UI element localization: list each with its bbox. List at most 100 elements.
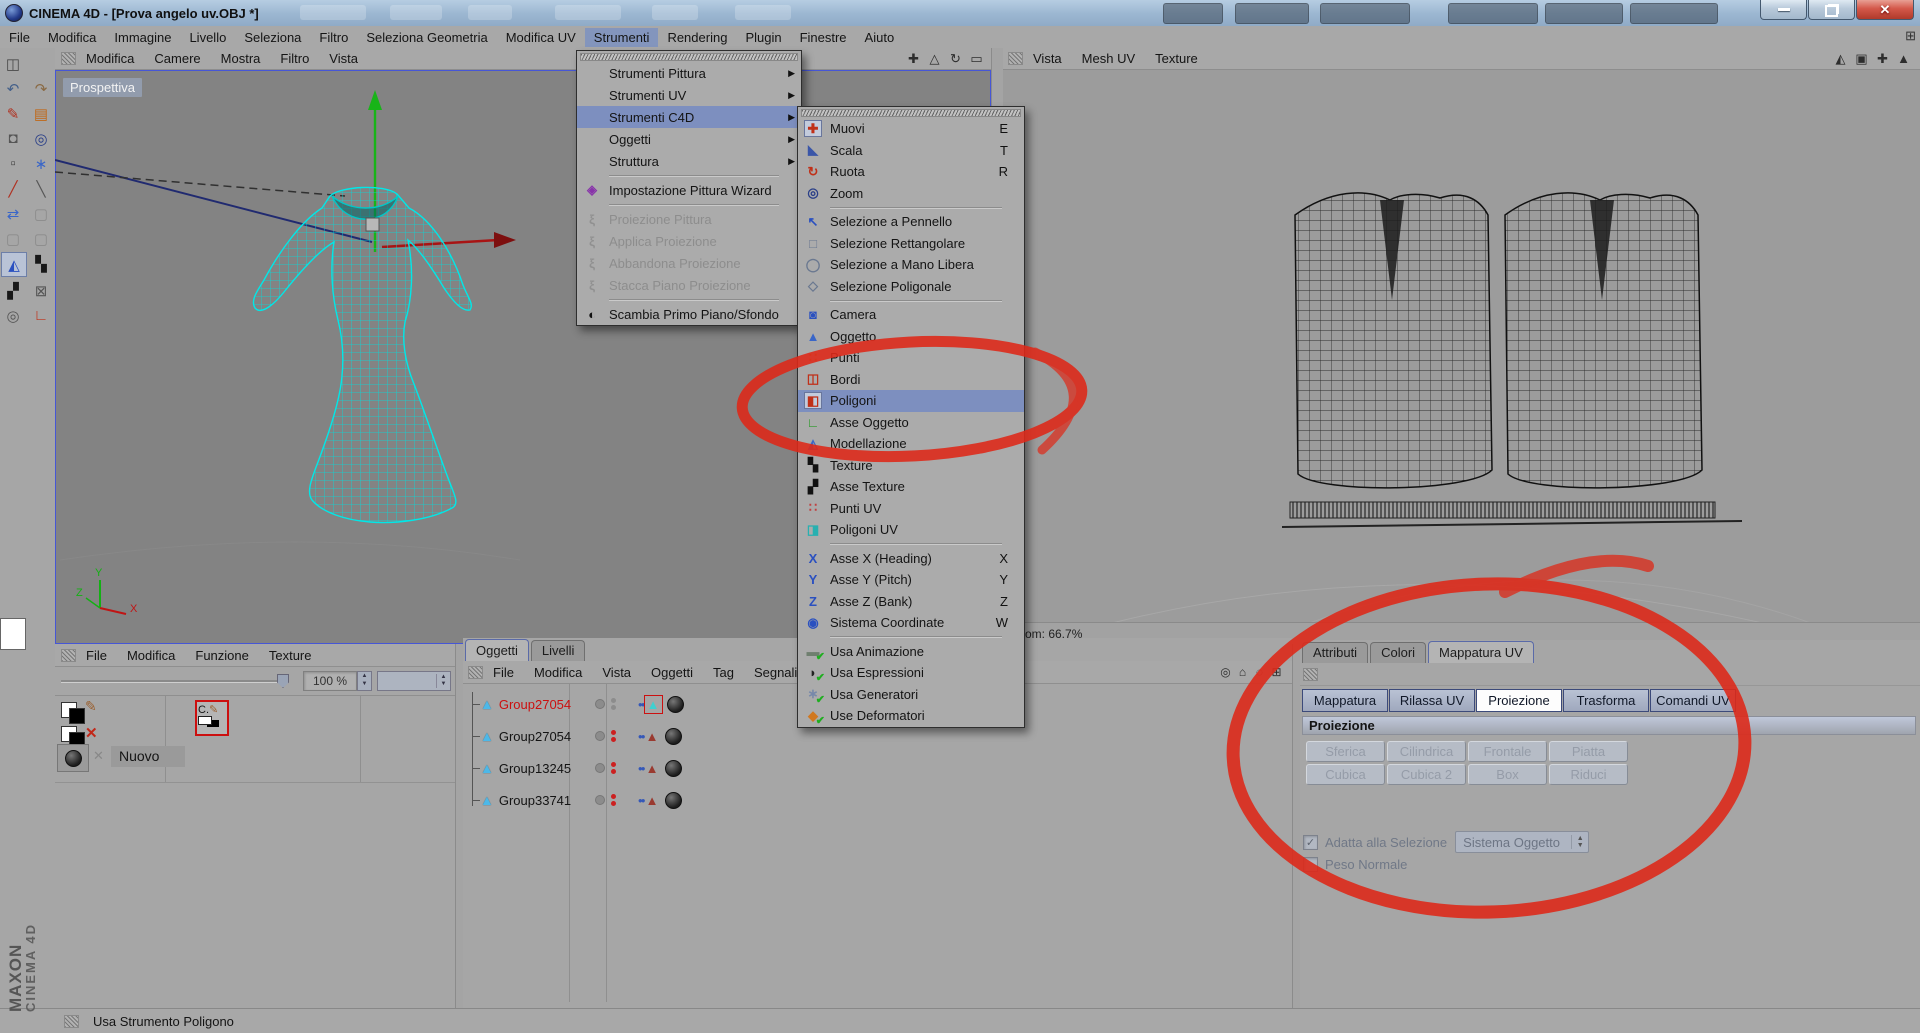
normal-weight-checkbox[interactable] (1303, 856, 1318, 872)
tab-colori[interactable]: Colori (1370, 642, 1427, 663)
paint-brush-icon[interactable]: ╱ (1, 177, 25, 200)
projection-button-box[interactable]: Box (1468, 764, 1547, 785)
menu-aiuto[interactable]: Aiuto (856, 28, 904, 47)
redo-arrow-icon[interactable]: ↷ (29, 77, 53, 100)
drag-handle-icon[interactable] (64, 1014, 79, 1028)
menu-item-sistema-coordinate[interactable]: ◉ Sistema Coordinate W (798, 612, 1024, 634)
tear-off-strip[interactable] (801, 109, 1021, 117)
axis-tool-icon[interactable]: ∟ (29, 304, 53, 327)
menu-item-struttura[interactable]: Struttura ▶ (577, 150, 801, 172)
render-visibility-dots[interactable] (610, 792, 616, 808)
editor-visibility-dot[interactable] (594, 795, 605, 805)
opacity-value-field[interactable]: 100 % (303, 671, 357, 691)
scale-icon[interactable]: △ (924, 51, 945, 67)
drag-handle-icon[interactable] (61, 52, 76, 65)
move-icon[interactable]: ✚ (903, 51, 924, 67)
material-tag-icon[interactable] (664, 727, 682, 745)
menu-item-camera[interactable]: ◙ Camera (798, 304, 1024, 326)
menu-item-abbandona-proiezione[interactable]: ξ Abbandona Proiezione (577, 252, 801, 274)
menu-item-punti[interactable]: ∷ Punti (798, 347, 1024, 369)
zoom-page-icon[interactable]: ◎ (1, 304, 25, 327)
menu-item-usa-generatori[interactable]: ∗ ✔ Usa Generatori (798, 684, 1024, 706)
checker-uv-icon[interactable]: ▞ (1, 279, 25, 302)
floating-color-swatch[interactable] (0, 618, 26, 650)
menu-item-selezione-poligonale[interactable]: ◇ Selezione Poligonale (798, 276, 1024, 298)
objects-menu-oggetti[interactable]: Oggetti (641, 664, 703, 681)
phong-tag-icon[interactable]: ▲ (644, 728, 661, 745)
tab-oggetti[interactable]: Oggetti (465, 639, 529, 661)
swap-arrows-icon[interactable]: ⇄ (1, 202, 25, 225)
opacity-stepper[interactable]: ▲ ▼ (357, 671, 372, 691)
menu-item-asse-texture[interactable]: ▞ Asse Texture (798, 476, 1024, 498)
editor-visibility-dot[interactable] (594, 731, 605, 741)
tear-off-strip[interactable] (580, 53, 798, 61)
background-color-swatch[interactable] (69, 708, 85, 724)
materials-menu-funzione[interactable]: Funzione (185, 647, 258, 664)
phong-tag-icon[interactable]: ▲ (644, 792, 661, 809)
objects-menu-tag[interactable]: Tag (703, 664, 744, 681)
triangle-tool-icon[interactable]: ◭ (1, 252, 27, 277)
projection-button-riduci[interactable]: Riduci (1549, 764, 1628, 785)
coordinate-system-dropdown[interactable]: Sistema Oggetto ▲ ▼ (1455, 831, 1590, 853)
materials-menu-file[interactable]: File (76, 647, 117, 664)
menu-item-selezione-rettangolare[interactable]: □ Selezione Rettangolare (798, 233, 1024, 255)
subtab-proiezione[interactable]: Proiezione (1476, 689, 1562, 712)
subtab-comandi-uv[interactable]: Comandi UV (1650, 689, 1736, 712)
close-button[interactable]: ✕ (1856, 0, 1914, 20)
texture-menu-vista[interactable]: Vista (1023, 50, 1072, 67)
visibility-icon[interactable]: ◌ (1252, 665, 1267, 679)
menu-item-scala[interactable]: ◣ Scala T (798, 140, 1024, 162)
projection-button-frontale[interactable]: Frontale (1468, 741, 1547, 762)
zoom-icon[interactable]: ◎ (1218, 665, 1233, 679)
subtab-mappatura[interactable]: Mappatura (1302, 689, 1388, 712)
menu-item-selezione-a-pennello[interactable]: ↖ Selezione a Pennello (798, 211, 1024, 233)
menu-rendering[interactable]: Rendering (658, 28, 736, 47)
menu-immagine[interactable]: Immagine (105, 28, 180, 47)
menu-strumenti[interactable]: Strumenti (584, 27, 659, 47)
menu-item-proiezione-pittura[interactable]: ξ Proiezione Pittura (577, 208, 801, 230)
gray-slot-icon[interactable]: ▢ (29, 202, 53, 225)
material-thumbnail[interactable] (57, 744, 89, 772)
menu-item-muovi[interactable]: ✚ Muovi E (798, 118, 1024, 140)
menu-plugin[interactable]: Plugin (736, 28, 790, 47)
menu-item-asse-y-pitch[interactable]: Y Asse Y (Pitch) Y (798, 569, 1024, 591)
menu-item-asse-x-heading[interactable]: X Asse X (Heading) X (798, 548, 1024, 570)
menu-filtro[interactable]: Filtro (310, 28, 357, 47)
snapshot-icon[interactable]: ◭ (1830, 51, 1851, 67)
menu-item-ruota[interactable]: ↻ Ruota R (798, 161, 1024, 183)
menu-item-usa-animazione[interactable]: ▬ ✔ Usa Animazione (798, 641, 1024, 663)
move-icon[interactable]: ✚ (1872, 51, 1893, 67)
render-visibility-dots[interactable] (610, 760, 616, 776)
menu-item-usa-espressioni[interactable]: ◗ ✔ Usa Espressioni (798, 662, 1024, 684)
editor-visibility-dot[interactable] (594, 763, 605, 773)
materials-menu-texture[interactable]: Texture (259, 647, 322, 664)
material-tag-icon[interactable] (664, 759, 682, 777)
lock-icon[interactable]: ▣ (1851, 51, 1872, 67)
texture-menu-mesh-uv[interactable]: Mesh UV (1072, 50, 1145, 67)
restore-button[interactable] (1808, 0, 1855, 20)
object-name[interactable]: Group33741 (499, 793, 571, 808)
undo-arrow-icon[interactable]: ↶ (1, 77, 25, 100)
menu-item-stacca-piano-proiezione[interactable]: ξ Stacca Piano Proiezione (577, 274, 801, 296)
phong-tag-icon[interactable]: ▲ (643, 694, 663, 714)
material-name-chip[interactable]: Nuovo (111, 746, 186, 767)
tab-attributi[interactable]: Attributi (1302, 642, 1369, 663)
workspace-icon[interactable]: ◫ (1, 52, 25, 75)
projection-button-piatta[interactable]: Piatta (1549, 741, 1628, 762)
menu-item-selezione-a-mano-libera[interactable]: ◯ Selezione a Mano Libera (798, 254, 1024, 276)
cursor-delete-icon[interactable]: ⊠ (29, 279, 53, 302)
checker-texture-icon[interactable]: ▚ (29, 252, 53, 275)
marquee-select-icon[interactable]: ▫ (1, 152, 25, 175)
object-name[interactable]: Group13245 (499, 761, 571, 776)
magic-wand-icon[interactable]: ∗ (29, 152, 53, 175)
menu-item-scambia-primo-piano-sfondo[interactable]: ◐ Scambia Primo Piano/Sfondo (577, 303, 801, 325)
menu-item-zoom[interactable]: ◎ Zoom (798, 183, 1024, 205)
color-palette-icon[interactable]: ▤ (29, 102, 53, 125)
tab-mappatura-uv[interactable]: Mappatura UV (1428, 641, 1534, 663)
drag-handle-icon[interactable] (1008, 52, 1023, 65)
drag-handle-icon[interactable] (61, 648, 76, 662)
menu-modifica-uv[interactable]: Modifica UV (497, 28, 585, 47)
menu-livello[interactable]: Livello (180, 28, 235, 47)
rotate-icon[interactable]: ↻ (945, 51, 966, 67)
gray-slot-icon-2[interactable]: ▢ (1, 227, 25, 250)
